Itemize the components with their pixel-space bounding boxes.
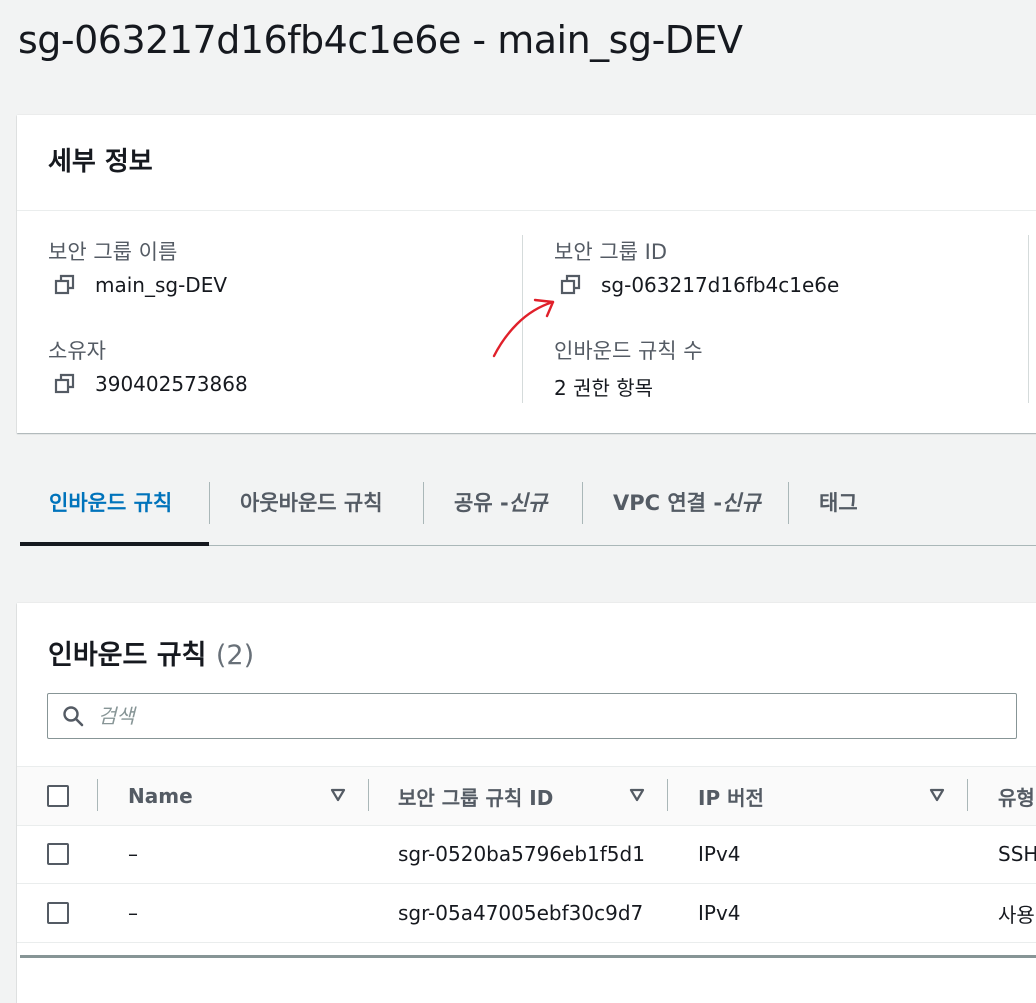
cell-name: – [128,901,138,925]
inbound-count-value: 2 권한 항목 [554,376,654,400]
tab-separator [209,482,210,524]
select-all-checkbox[interactable] [47,785,69,807]
table-row[interactable]: – sgr-05a47005ebf30c9d7 IPv4 사용 [17,884,1036,943]
scrollbar-track[interactable] [20,955,1036,958]
table-row[interactable]: – sgr-0520ba5796eb1f5d1 IPv4 SSH [17,825,1036,884]
rules-title: 인바운드 규칙 (2) [48,633,254,672]
cell-ip-version: IPv4 [698,842,741,866]
tab-label: VPC 연결 - [613,491,723,515]
cell-type: 사용 [998,902,1035,927]
owner-value: 390402573868 [53,372,248,396]
tab-sharing[interactable]: 공유 - 신규 [454,460,547,544]
sort-caret-icon[interactable] [929,788,945,802]
inbound-count-label: 인바운드 규칙 수 [554,339,703,363]
tab-label: 태그 [819,491,858,515]
column-separator [368,779,369,811]
column-divider [1028,235,1029,403]
tab-separator [788,482,789,524]
row-checkbox[interactable] [47,843,69,865]
annotation-arrow [492,298,555,358]
page-title: sg-063217d16fb4c1e6e - main_sg-DEV [18,18,743,62]
search-box[interactable] [47,693,1017,739]
column-header-rule-id[interactable]: 보안 그룹 규칙 ID [398,767,553,825]
sg-id-value: sg-063217d16fb4c1e6e [559,273,839,297]
search-input[interactable] [96,703,980,729]
sg-id-text: sg-063217d16fb4c1e6e [601,273,840,297]
sg-id-label: 보안 그룹 ID [554,240,667,264]
details-heading: 세부 정보 [48,147,153,177]
cell-ip-version: IPv4 [698,901,741,925]
search-icon [63,706,84,727]
sg-name-label: 보안 그룹 이름 [48,240,178,264]
tab-label: 공유 - [454,491,509,515]
rules-title-text: 인바운드 규칙 [48,640,207,671]
new-tag: 신규 [722,491,761,515]
cell-rule-id: sgr-0520ba5796eb1f5d1 [398,842,645,866]
tab-outbound-rules[interactable]: 아웃바운드 규칙 [240,460,383,544]
cell-type: SSH [998,842,1036,866]
active-tab-indicator [20,542,209,546]
tab-label: 아웃바운드 규칙 [240,491,383,515]
cell-rule-id: sgr-05a47005ebf30c9d7 [398,901,644,925]
rules-count: (2) [215,640,255,671]
column-header-type[interactable]: 유형 [998,767,1035,825]
details-header: 세부 정보 [17,115,1036,211]
column-separator [967,779,968,811]
copy-icon[interactable] [53,372,77,396]
tab-inbound-rules[interactable]: 인바운드 규칙 [49,460,172,544]
column-header-ip-version[interactable]: IP 버전 [698,767,764,825]
new-tag: 신규 [508,491,548,515]
table-header: Name 보안 그룹 규칙 ID IP 버전 유형 [17,766,1036,826]
inbound-rules-card: 인바운드 규칙 (2) Name 보안 그룹 규칙 ID IP 버전 유형 – … [17,603,1036,1003]
tab-bar: 인바운드 규칙 아웃바운드 규칙 공유 - 신규 VPC 연결 - 신규 태그 [20,460,1036,546]
column-separator [97,779,98,811]
tab-tags[interactable]: 태그 [819,460,858,544]
tab-separator [423,482,424,524]
sg-name-text: main_sg-DEV [95,273,228,297]
tab-label: 인바운드 규칙 [49,491,173,515]
copy-icon[interactable] [53,273,77,297]
column-separator [667,779,668,811]
cell-name: – [128,842,138,866]
details-card: 세부 정보 보안 그룹 이름 main_sg-DEV 보안 그룹 ID sg-0… [17,115,1036,433]
owner-text: 390402573868 [95,372,248,396]
sort-caret-icon[interactable] [330,788,346,802]
sort-caret-icon[interactable] [629,788,645,802]
tab-separator [582,482,583,524]
sg-name-value: main_sg-DEV [53,273,227,297]
owner-label: 소유자 [48,339,106,363]
tab-vpc-association[interactable]: VPC 연결 - 신규 [613,460,761,544]
row-checkbox[interactable] [47,902,69,924]
column-header-name[interactable]: Name [128,767,193,825]
